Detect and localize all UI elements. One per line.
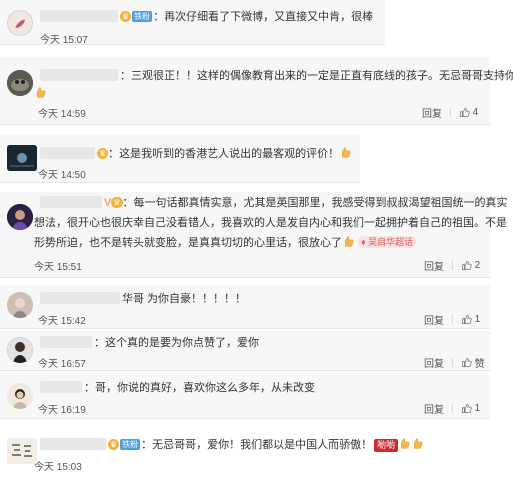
comment-card-8: ♛ 铁粉 ：无忌哥哥，爱你！我们都以是中国人而骄傲！ 喲喲 今天 15:03: [0, 429, 400, 477]
reply-button[interactable]: 回复: [424, 258, 444, 273]
topic-tag-label: 吴启华超话: [368, 237, 414, 247]
clap-hand-emoji: [342, 235, 355, 248]
comment-time: 今天 15:07: [40, 35, 88, 46]
comment-body: ：哥，你说的真好，喜欢你这么多年，从未改变: [84, 382, 315, 394]
vip-badge: ♛: [120, 11, 132, 22]
reply-button[interactable]: 回复: [422, 105, 442, 120]
like-button[interactable]: 赞: [461, 355, 485, 370]
comment-text: ♛ 铁粉 ：再次仔细看了下微博，又直接又中肯，很棒: [40, 10, 373, 25]
like-count: 2: [474, 260, 481, 271]
comment-text: ：这个真的是要为你点赞了，爱你: [40, 336, 259, 351]
like-count: 1: [474, 403, 481, 414]
username[interactable]: [40, 69, 118, 81]
username[interactable]: [40, 147, 95, 159]
vip-badge: ♛: [108, 439, 120, 450]
comment-text-line-3: 形势所迫，也不是转头就变脸，是真真切切的心里话，很放心了 ♦ 吴启华超话: [34, 235, 417, 251]
comment-body: ：无忌哥哥，爱你！我们都以是中国人而骄傲！: [141, 439, 373, 451]
avatar[interactable]: [7, 383, 33, 409]
like-hand-emoji: [411, 437, 424, 450]
comment-text-line-2: 想法，很开心也很庆幸自己没看错人，我喜欢的人是发自内心和我们一起拥护着自己的祖国…: [34, 217, 507, 229]
comment-text: ：三观很正！！这样的偶像教育出来的一定是正直有底线的孩子。无忌哥哥支持你: [40, 68, 513, 84]
username[interactable]: [40, 381, 82, 393]
comment-actions: 回复 | 赞: [424, 355, 485, 370]
vip-badge: ♛: [111, 197, 123, 208]
comment-card-7: ：哥，你说的真好，喜欢你这么多年，从未改变 今天 16:19 回复 | 1: [0, 375, 490, 419]
comment-card-4: V ♛ ：每一句话都真情实意，尤其是英国那里，我感受得到叔叔渴望祖国统一的真实 想法…: [0, 192, 508, 278]
comment-card-5: 华哥 为你自豪！！！！！ 今天 15:42 回复 | 1: [0, 285, 490, 329]
comment-card-1: ♛ 铁粉 ：再次仔细看了下微博，又直接又中肯，很棒 今天 15:07: [0, 0, 385, 46]
comment-time: 今天 15:42: [38, 316, 86, 327]
like-count: 1: [474, 314, 481, 325]
thumbs-up-icon: [461, 403, 472, 414]
comment-body: ：这个真的是要为你点赞了，爱你: [94, 337, 259, 349]
like-button[interactable]: 1: [461, 403, 481, 414]
like-button[interactable]: 1: [461, 314, 481, 325]
fan-badge: 铁粉: [132, 11, 153, 22]
comment-actions: 回复 | 1: [424, 401, 481, 416]
thumbs-up-icon: [461, 260, 472, 271]
avatar[interactable]: [7, 145, 37, 171]
like-count: 4: [472, 107, 479, 118]
avatar[interactable]: [7, 204, 33, 230]
avatar[interactable]: [7, 438, 37, 464]
username[interactable]: [40, 438, 106, 450]
username[interactable]: [40, 336, 92, 348]
comment-body: ：再次仔细看了下微博，又直接又中肯，很棒: [153, 11, 374, 23]
thumbs-up-icon: [461, 314, 472, 325]
comment-time: 今天 14:50: [38, 170, 86, 181]
comment-text: ♛ 铁粉 ：无忌哥哥，爱你！我们都以是中国人而骄傲！ 喲喲: [40, 437, 424, 453]
comment-time: 今天 16:57: [38, 359, 86, 370]
vip-badge: ♛: [97, 148, 109, 159]
comment-time: 今天 15:51: [34, 262, 82, 273]
comment-text: V ♛ ：每一句话都真情实意，尤其是英国那里，我感受得到叔叔渴望祖国统一的真实: [40, 196, 508, 211]
thumbs-up-icon: [461, 357, 472, 368]
comment-body: 形势所迫，也不是转头就变脸，是真真切切的心里话，很放心了: [34, 237, 342, 249]
comment-actions: 回复 | 4: [422, 105, 479, 120]
comment-actions: 回复 | 2: [424, 258, 481, 273]
username[interactable]: [40, 10, 118, 22]
comment-time: 今天 15:03: [34, 462, 82, 473]
comment-body: 华哥 为你自豪！！！！！: [122, 293, 247, 305]
reply-button[interactable]: 回复: [424, 401, 444, 416]
username[interactable]: [40, 196, 102, 208]
like-button[interactable]: 4: [459, 107, 479, 118]
comment-body: ：三观很正！！这样的偶像教育出来的一定是正直有底线的孩子。无忌哥哥支持你: [120, 70, 513, 82]
avatar[interactable]: [7, 337, 33, 363]
reply-button[interactable]: 回复: [424, 312, 444, 327]
thumbs-up-icon: [459, 107, 470, 118]
avatar[interactable]: [7, 292, 33, 318]
like-hand-emoji: [398, 437, 411, 450]
topic-tag[interactable]: ♦ 吴启华超话: [358, 236, 417, 248]
fan-badge: 铁粉: [120, 439, 141, 450]
comment-body: ：这是我听到的香港艺人说出的最客观的评价！: [108, 148, 340, 160]
avatar[interactable]: [7, 10, 33, 36]
like-count: 赞: [474, 359, 485, 370]
comment-text: ：哥，你说的真好，喜欢你这么多年，从未改变: [40, 381, 315, 396]
comment-card-6: ：这个真的是要为你点赞了，爱你 今天 16:57 回复 | 赞: [0, 331, 490, 371]
comment-text-continued: [34, 86, 47, 102]
comment-text: ♛ ：这是我听到的香港艺人说出的最客观的评价！: [40, 146, 352, 162]
comment-actions: 回复 | 1: [424, 312, 481, 327]
like-hand-emoji: [34, 86, 47, 99]
comment-body: ：每一句话都真情实意，尤其是英国那里，我感受得到叔叔渴望祖国统一的真实: [122, 197, 508, 209]
avatar[interactable]: [7, 70, 33, 96]
emoji-sticker: 喲喲: [374, 439, 399, 452]
username[interactable]: [40, 292, 120, 304]
comment-text: 华哥 为你自豪！！！！！: [40, 292, 246, 307]
like-button[interactable]: 2: [461, 260, 481, 271]
comment-card-3: ♛ ：这是我听到的香港艺人说出的最客观的评价！ 今天 14:50: [0, 135, 360, 183]
verified-mark: V: [104, 197, 112, 209]
comment-card-2: ：三观很正！！这样的偶像教育出来的一定是正直有底线的孩子。无忌哥哥支持你 今天 …: [0, 57, 513, 125]
comment-time: 今天 14:59: [38, 109, 86, 120]
reply-button[interactable]: 回复: [424, 355, 444, 370]
like-hand-emoji: [339, 146, 352, 159]
comment-time: 今天 16:19: [38, 405, 86, 416]
